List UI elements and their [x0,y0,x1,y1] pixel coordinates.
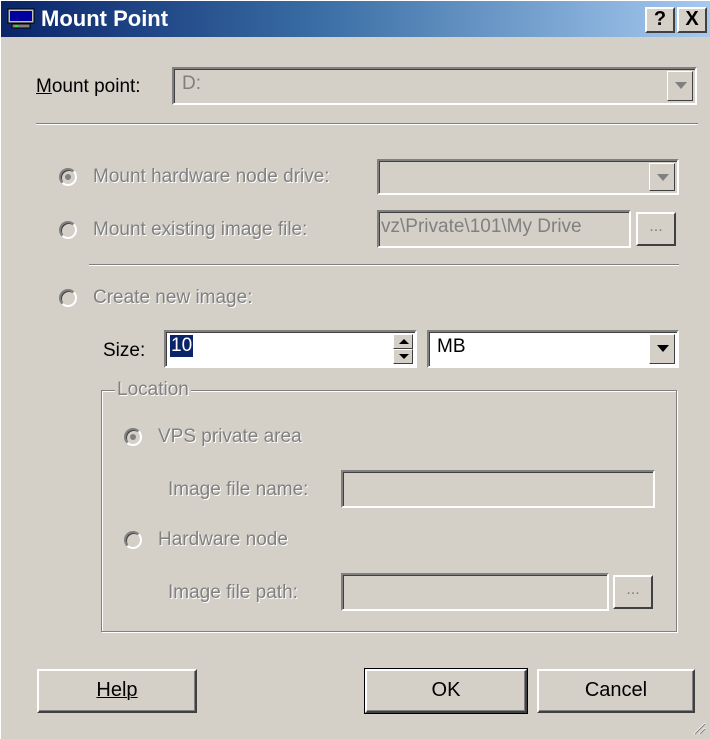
cancel-button[interactable]: Cancel [537,669,695,713]
spin-up-icon[interactable] [393,334,413,349]
ok-button[interactable]: OK [364,668,528,714]
size-input[interactable]: 10 [164,330,417,368]
mount-point-value: D: [182,73,201,94]
radio-hardware-drive[interactable] [59,168,77,186]
hardware-drive-label: Mount hardware node drive: [93,166,330,187]
radio-hardware-node[interactable] [124,531,142,549]
location-legend: Location [115,379,191,401]
mount-point-dialog: Mount Point ? X Mount point: D: Mount ha… [0,0,710,739]
image-file-name-field[interactable] [341,470,655,508]
hardware-drive-select[interactable] [377,159,679,195]
chevron-down-icon[interactable] [667,71,693,101]
drive-icon [7,8,35,29]
title-bar[interactable]: Mount Point ? X [1,1,710,37]
image-file-name-label: Image file name: [168,479,309,500]
chevron-down-icon[interactable] [649,163,675,191]
browse-image-path-button[interactable]: ... [613,575,653,609]
image-file-path-label: Image file path: [168,582,298,603]
radio-existing-image[interactable] [59,221,77,239]
mount-point-select[interactable]: D: [172,67,697,105]
browse-existing-image-button[interactable]: ... [636,212,676,246]
window-title: Mount Point [41,6,169,31]
size-label: Size: [103,340,146,361]
existing-image-path-value: vz\Private\101\My Drive [381,216,582,237]
chevron-down-icon[interactable] [649,334,675,364]
existing-image-path-field[interactable]: vz\Private\101\My Drive [377,210,631,248]
cancel-button-label: Cancel [584,679,648,701]
help-title-button[interactable]: ? [645,7,675,33]
help-button-label: Help [96,679,138,701]
hardware-node-label: Hardware node [158,529,288,550]
image-file-path-field[interactable] [341,573,609,611]
resize-grip-icon[interactable] [692,721,706,735]
create-new-image-label: Create new image: [93,287,253,308]
help-button[interactable]: Help [37,669,197,713]
size-value: 10 [170,335,194,357]
separator [89,264,679,266]
size-unit-value: MB [437,336,466,357]
size-spinner[interactable] [393,334,413,364]
size-unit-select[interactable]: MB [427,330,679,368]
existing-image-label: Mount existing image file: [93,219,308,240]
radio-vps-private-area[interactable] [124,428,142,446]
mount-point-label: Mount point: [36,76,141,97]
vps-private-area-label: VPS private area [158,426,302,447]
close-button[interactable]: X [677,7,707,33]
separator [36,123,698,125]
radio-create-new-image[interactable] [59,289,77,307]
spin-down-icon[interactable] [393,349,413,364]
ok-button-label: OK [431,679,461,701]
